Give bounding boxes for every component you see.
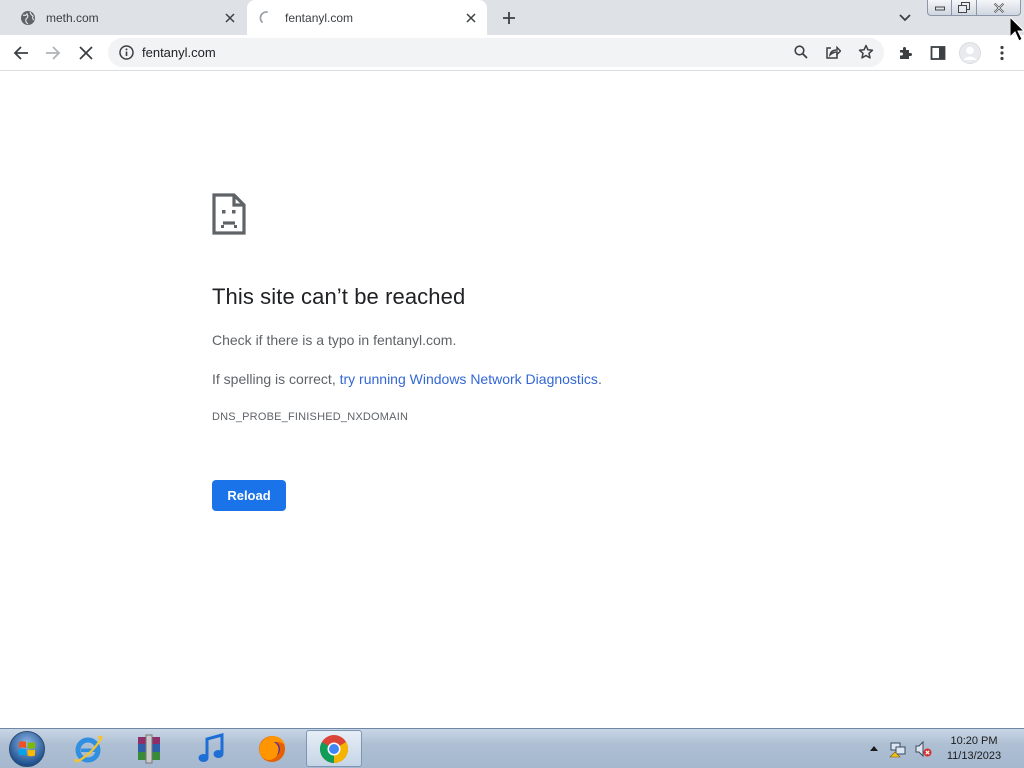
windows-start-icon xyxy=(9,731,45,767)
minimize-button[interactable] xyxy=(927,0,952,16)
tab-strip: meth.com fentanyl.com xyxy=(0,0,1024,35)
error-title: This site can’t be reached xyxy=(212,284,466,309)
search-icon[interactable] xyxy=(790,41,812,63)
loading-spinner-icon xyxy=(259,10,275,26)
globe-icon xyxy=(20,10,36,26)
window-caption-buttons xyxy=(927,0,1021,17)
back-button[interactable] xyxy=(8,40,34,66)
diagnostics-link[interactable]: try running Windows Network Diagnostics xyxy=(340,371,598,387)
plus-icon xyxy=(503,12,515,24)
diagnostics-suffix: . xyxy=(597,371,602,387)
arrow-right-icon xyxy=(46,46,61,60)
close-tab-icon[interactable] xyxy=(220,8,240,28)
clock-time: 10:20 PM xyxy=(950,735,998,747)
address-bar[interactable]: fentanyl.com xyxy=(108,38,884,67)
mouse-cursor-icon xyxy=(1010,17,1024,42)
firefox-icon[interactable] xyxy=(244,730,300,767)
side-panel-icon xyxy=(930,46,946,60)
restore-button[interactable] xyxy=(952,0,977,16)
sad-page-icon xyxy=(212,193,246,235)
minimize-icon xyxy=(934,6,945,10)
close-icon xyxy=(993,2,1004,13)
stop-loading-button[interactable] xyxy=(73,40,99,66)
avatar-icon xyxy=(959,42,981,64)
start-button[interactable] xyxy=(5,730,49,768)
puzzle-icon xyxy=(900,47,912,59)
close-tab-icon[interactable] xyxy=(461,8,481,28)
forward-button[interactable] xyxy=(40,40,66,66)
arrow-left-icon xyxy=(13,46,28,60)
winrar-icon[interactable] xyxy=(121,730,177,767)
chevron-down-icon xyxy=(899,14,911,22)
error-diagnostics-line: If spelling is correct, try running Wind… xyxy=(212,371,602,387)
restore-icon xyxy=(958,2,970,13)
url-text: fentanyl.com xyxy=(142,45,216,60)
extensions-button[interactable] xyxy=(893,40,919,66)
close-icon xyxy=(79,46,93,60)
close-window-button[interactable] xyxy=(977,0,1021,16)
tray-expand-icon[interactable] xyxy=(869,743,879,753)
more-vert-icon xyxy=(1000,45,1004,61)
page-content: This site can’t be reached Check if ther… xyxy=(0,71,1024,728)
internet-explorer-icon[interactable] xyxy=(60,730,116,767)
info-icon[interactable] xyxy=(118,44,135,61)
star-icon[interactable] xyxy=(855,41,877,63)
new-tab-button[interactable] xyxy=(498,7,520,29)
tab-title: meth.com xyxy=(46,10,99,25)
share-icon[interactable] xyxy=(822,41,844,63)
tab-search-button[interactable] xyxy=(894,7,916,29)
tab-title: fentanyl.com xyxy=(285,10,354,25)
chrome-icon[interactable] xyxy=(306,730,362,767)
network-icon[interactable] xyxy=(889,740,907,758)
side-panel-button[interactable] xyxy=(925,40,951,66)
clock-date: 11/13/2023 xyxy=(946,750,1002,762)
error-suggestion: Check if there is a typo in fentanyl.com… xyxy=(212,332,457,348)
reload-button[interactable]: Reload xyxy=(212,480,286,511)
diagnostics-prefix: If spelling is correct, xyxy=(212,371,340,387)
taskbar-clock[interactable]: 10:20 PM 11/13/2023 xyxy=(938,734,1010,764)
error-code: DNS_PROBE_FINISHED_NXDOMAIN xyxy=(212,411,409,423)
profile-button[interactable] xyxy=(957,40,983,66)
taskbar: 10:20 PM 11/13/2023 xyxy=(0,728,1024,768)
tab-fentanyl[interactable]: fentanyl.com xyxy=(247,0,487,35)
volume-muted-icon[interactable] xyxy=(914,740,932,758)
tab-meth[interactable]: meth.com xyxy=(8,0,246,35)
itunes-icon[interactable] xyxy=(183,730,239,767)
